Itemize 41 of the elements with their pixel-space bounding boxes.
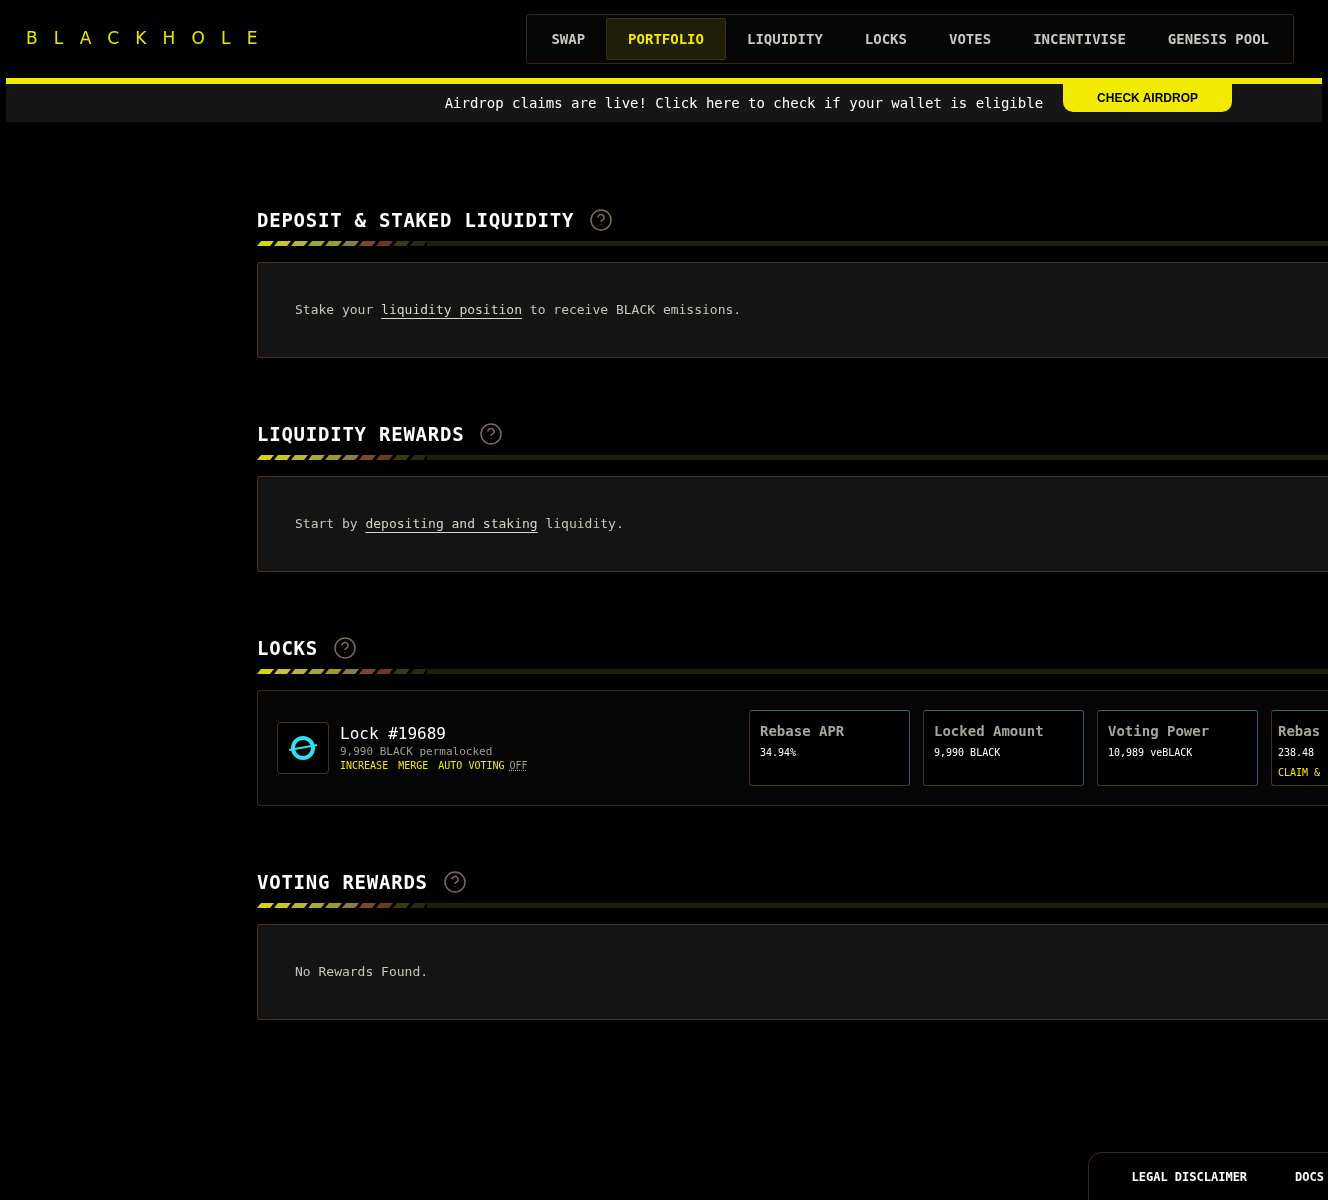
help-icon[interactable] bbox=[480, 423, 503, 445]
nav-tab[interactable]: PORTFOLIO bbox=[606, 18, 726, 60]
stat-label: Rebase APR bbox=[760, 722, 846, 741]
footer-link[interactable]: LEGAL DISCLAIMER bbox=[1131, 1167, 1248, 1186]
lock-logo-icon bbox=[277, 722, 329, 774]
help-icon[interactable] bbox=[334, 637, 356, 659]
nav-tab[interactable]: LOCKS bbox=[843, 18, 928, 60]
nav-tab[interactable]: GENESIS POOL bbox=[1146, 18, 1290, 60]
message-text: No Rewards Found. bbox=[295, 963, 429, 982]
nav-tab[interactable]: VOTES bbox=[927, 18, 1013, 60]
auto-voting-toggle[interactable]: OFF bbox=[509, 759, 528, 773]
check-airdrop-button[interactable]: CHECK AIRDROP bbox=[1063, 84, 1232, 112]
section-title: DEPOSIT & STAKED LIQUIDITY bbox=[257, 207, 575, 233]
message-text: Start by depositing and staking liquidity. bbox=[295, 515, 624, 534]
lock-action-link[interactable]: MERGE bbox=[398, 759, 429, 773]
stat-label: Locked Amount bbox=[934, 722, 1045, 741]
nav-tab[interactable]: LIQUIDITY bbox=[725, 18, 844, 60]
message-text: Stake your liquidity position to receive BLACK emissions. bbox=[295, 301, 742, 320]
text-link[interactable]: depositing and staking bbox=[365, 516, 538, 532]
lock-action-link[interactable]: INCREASE bbox=[340, 759, 389, 773]
lock-title: Lock #19689 bbox=[340, 723, 447, 745]
nav-tab[interactable]: INCENTIVISE bbox=[1012, 18, 1147, 60]
auto-voting-label: AUTO VOTING bbox=[438, 759, 505, 773]
section-title: VOTING REWARDS bbox=[257, 869, 428, 895]
stat-value: 9,990 BLACK bbox=[934, 746, 1002, 760]
stat-value: 10,989 veBLACK bbox=[1108, 746, 1194, 760]
text-link[interactable]: liquidity position bbox=[381, 302, 522, 318]
stat-label: Rebas bbox=[1278, 722, 1322, 741]
lock-amount: 9,990 BLACK permalocked bbox=[340, 745, 494, 759]
nav-tab[interactable]: SWAP bbox=[530, 18, 607, 60]
claim-link[interactable]: CLAIM & bbox=[1278, 765, 1321, 780]
stat-value: 34.94% bbox=[760, 746, 798, 760]
section-title: LIQUIDITY REWARDS bbox=[257, 421, 465, 447]
stat-label: Voting Power bbox=[1108, 722, 1211, 741]
stat-value: 238.48 bbox=[1278, 746, 1316, 760]
section-title: LOCKS bbox=[257, 635, 318, 661]
help-icon[interactable] bbox=[443, 871, 466, 893]
airdrop-banner-text[interactable]: Airdrop claims are live! Click here to check if your wallet is eligible bbox=[444, 92, 1044, 114]
help-icon[interactable] bbox=[590, 209, 613, 231]
footer-link[interactable]: DOCS bbox=[1295, 1167, 1324, 1186]
logo[interactable]: BLACKHOLE bbox=[26, 26, 274, 52]
